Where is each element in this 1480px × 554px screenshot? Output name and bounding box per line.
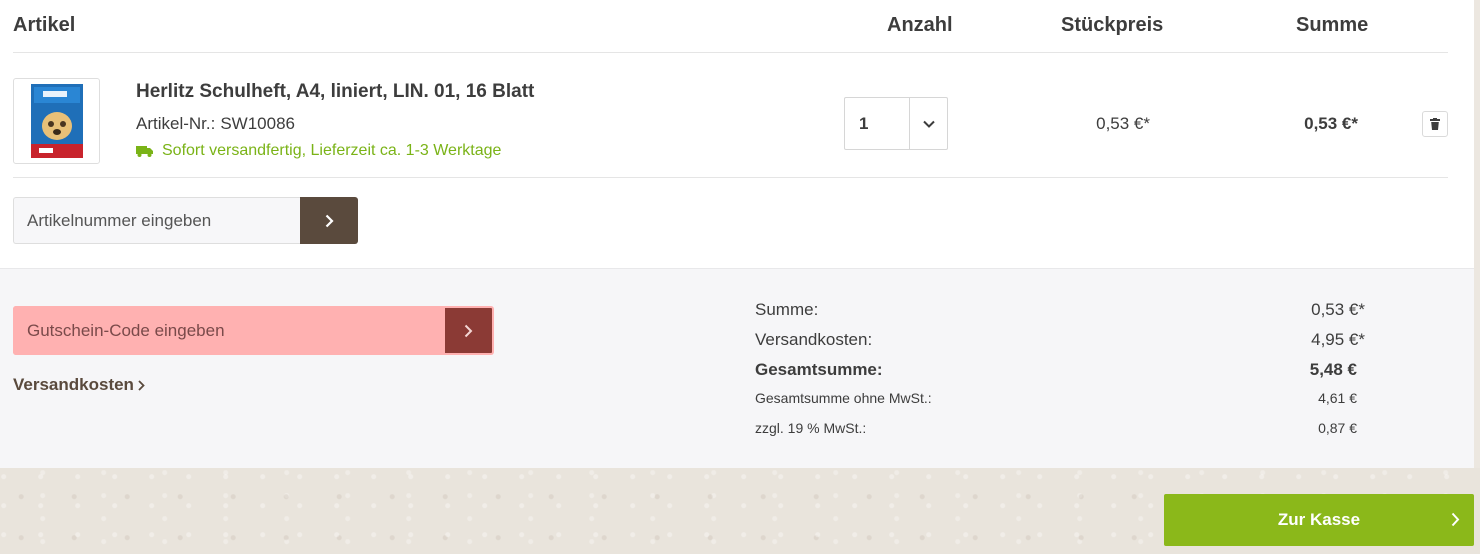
delivery-status-text: Sofort versandfertig, Lieferzeit ca. 1-3… — [162, 142, 502, 159]
net-total-row: Gesamtsumme ohne MwSt.: 4,61 € — [755, 390, 1357, 406]
notebook-image-icon — [30, 84, 83, 158]
shipping-label: Versandkosten: — [755, 330, 873, 349]
header-divider — [13, 52, 1448, 53]
chevron-right-icon — [138, 379, 145, 391]
cart-panel: Artikel Anzahl Stückpreis Summe Herlitz … — [0, 0, 1474, 468]
subtotal-label: Summe: — [755, 300, 819, 319]
apply-voucher-button[interactable] — [445, 306, 494, 355]
subtotal-value: 0,53 €* — [1311, 300, 1365, 319]
scrollbar[interactable] — [1474, 0, 1480, 468]
grand-total-value: 5,48 € — [1309, 360, 1357, 379]
product-name[interactable]: Herlitz Schulheft, A4, liniert, LIN. 01,… — [136, 81, 534, 103]
shipping-costs-label: Versandkosten — [13, 375, 134, 394]
unit-price: 0,53 €* — [1096, 114, 1150, 133]
add-article-button[interactable] — [300, 197, 358, 244]
truck-icon — [136, 145, 153, 157]
product-article-number: Artikel-Nr.: SW10086 — [136, 114, 295, 134]
shipping-value: 4,95 €* — [1311, 330, 1365, 349]
article-number-value: SW10086 — [220, 114, 296, 133]
trash-icon — [1430, 118, 1440, 130]
checkout-button[interactable]: Zur Kasse — [1164, 494, 1474, 546]
cart-summary: Versandkosten Summe: 0,53 €* Versandkost… — [0, 268, 1474, 468]
subtotal-row: Summe: 0,53 €* — [755, 300, 1365, 320]
chevron-right-icon — [464, 324, 473, 337]
vat-label: zzgl. 19 % MwSt.: — [755, 420, 867, 436]
header-unit-price: Stückpreis — [1061, 14, 1164, 36]
chevron-down-icon[interactable] — [909, 98, 947, 149]
article-number-input[interactable] — [13, 197, 301, 244]
net-total-label: Gesamtsumme ohne MwSt.: — [755, 390, 932, 406]
shipping-row: Versandkosten: 4,95 €* — [755, 330, 1365, 350]
grand-total-label: Gesamtsumme: — [755, 360, 883, 379]
delivery-status: Sofort versandfertig, Lieferzeit ca. 1-3… — [136, 142, 501, 160]
voucher-code-input[interactable] — [13, 306, 446, 355]
product-thumbnail[interactable] — [13, 78, 100, 164]
quantity-value: 1 — [859, 113, 869, 133]
shipping-costs-link[interactable]: Versandkosten — [13, 375, 145, 395]
quantity-select[interactable]: 1 — [844, 97, 948, 150]
checkout-label: Zur Kasse — [1277, 510, 1361, 529]
row-divider — [13, 177, 1448, 178]
chevron-right-icon — [1451, 512, 1460, 527]
header-quantity: Anzahl — [887, 14, 953, 36]
header-sum: Summe — [1296, 14, 1369, 36]
grand-total-row: Gesamtsumme: 5,48 € — [755, 360, 1357, 380]
vat-row: zzgl. 19 % MwSt.: 0,87 € — [755, 420, 1357, 436]
article-number-label: Artikel-Nr.: — [136, 114, 216, 133]
remove-item-button[interactable] — [1422, 111, 1448, 137]
header-article: Artikel — [13, 14, 76, 36]
chevron-right-icon — [325, 214, 334, 227]
vat-value: 0,87 € — [1318, 420, 1357, 436]
net-total-value: 4,61 € — [1318, 390, 1357, 406]
line-total: 0,53 €* — [1304, 114, 1358, 133]
